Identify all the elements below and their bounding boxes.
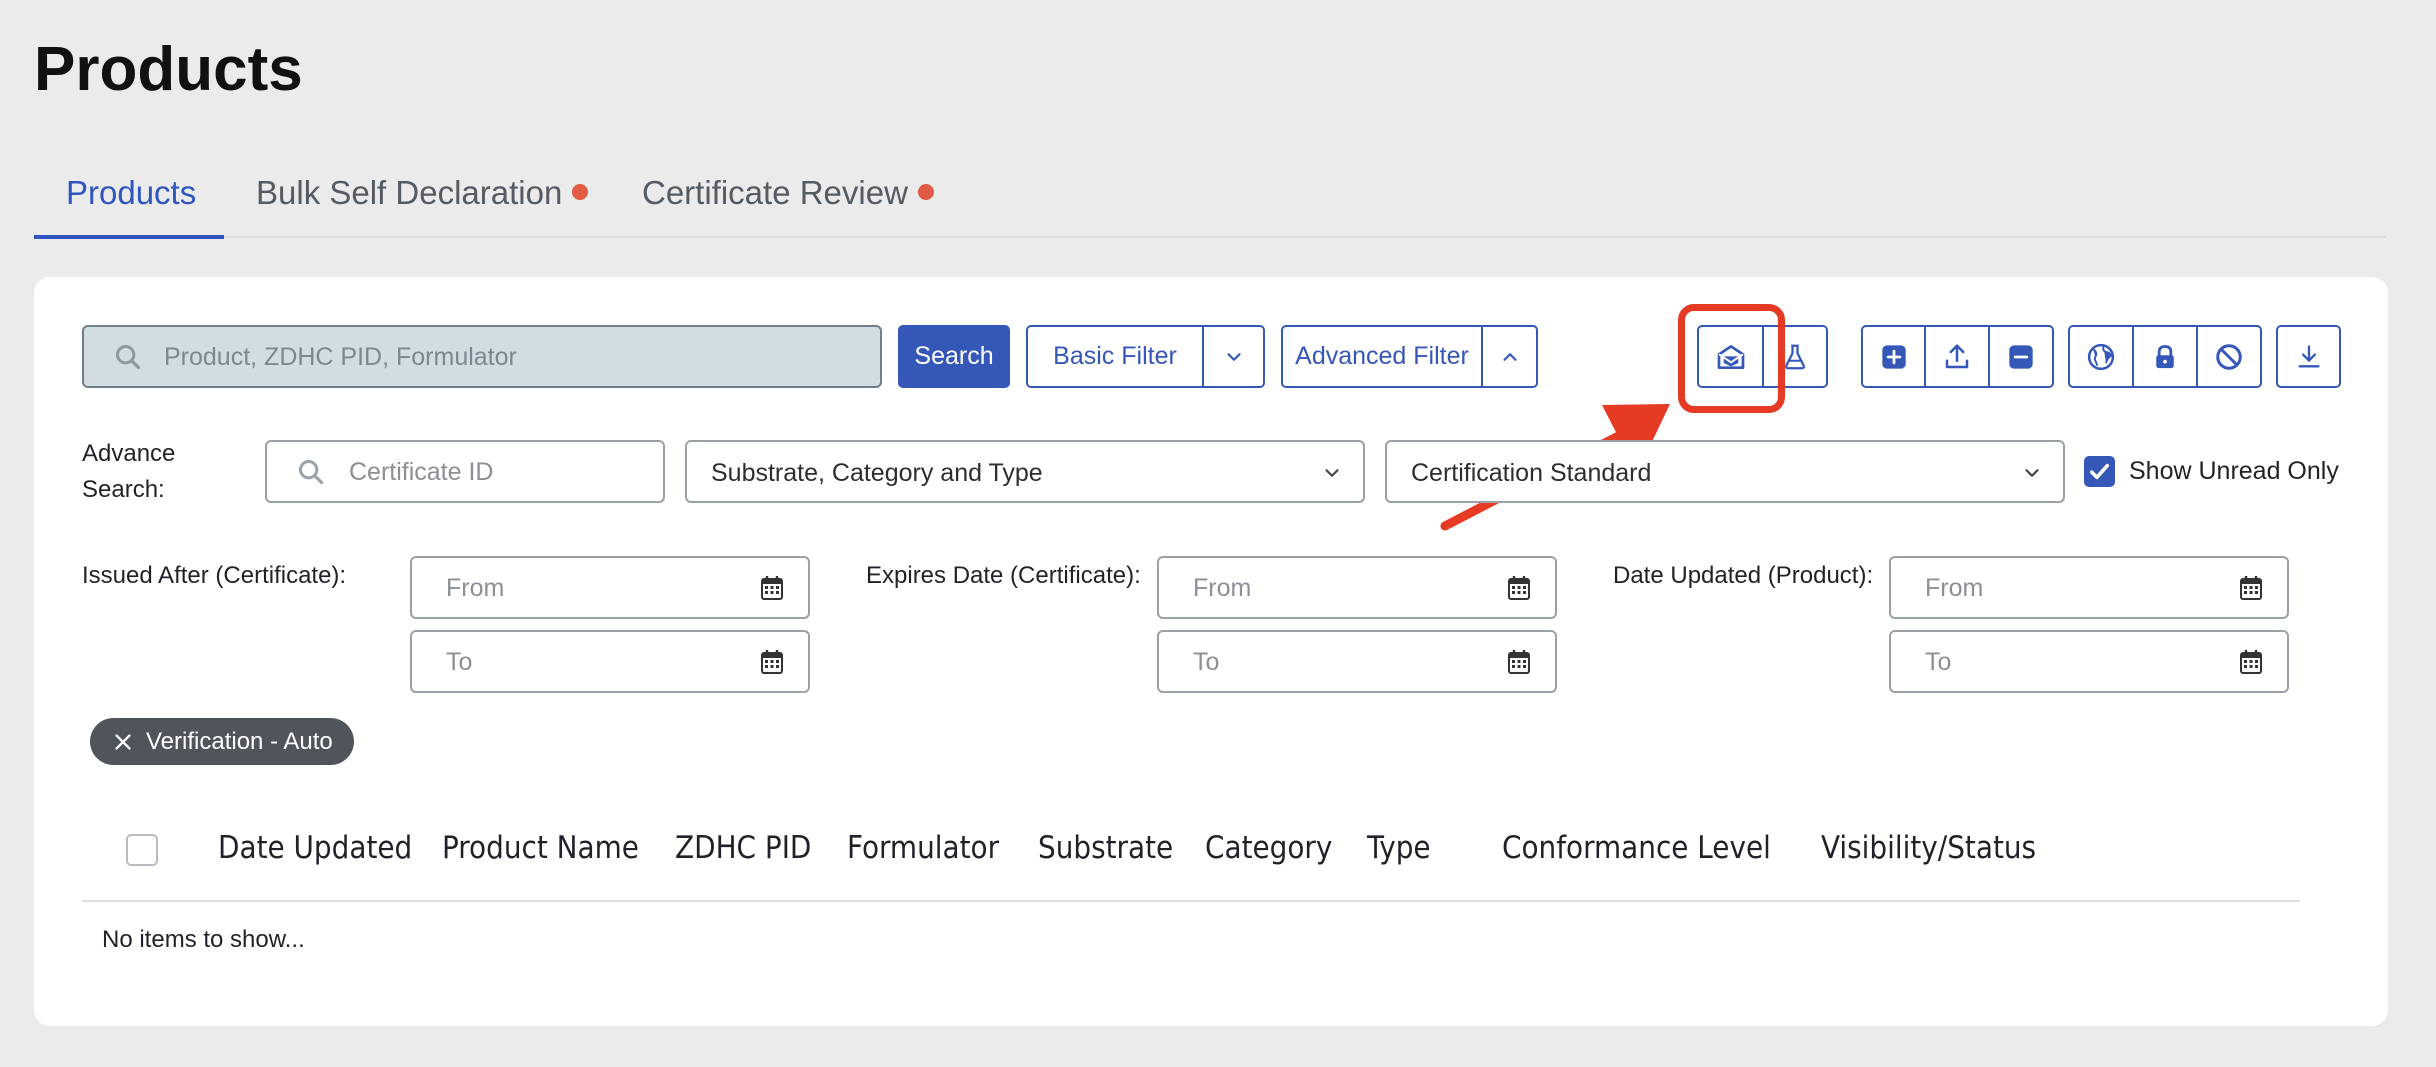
column-substrate[interactable]: Substrate xyxy=(1038,830,1173,866)
advanced-filter-toggle[interactable] xyxy=(1483,325,1538,388)
remove-button[interactable] xyxy=(1990,325,2054,388)
tab-bar: Products Bulk Self Declaration Certifica… xyxy=(34,160,2386,239)
tab-bulk-self-declaration-label: Bulk Self Declaration xyxy=(256,174,563,211)
ban-icon xyxy=(2216,343,2242,370)
column-type[interactable]: Type xyxy=(1367,830,1431,866)
filter-chip[interactable]: Verification - Auto xyxy=(90,718,354,765)
column-visibility-status[interactable]: Visibility/Status xyxy=(1821,830,2036,866)
column-formulator[interactable]: Formulator xyxy=(847,830,999,866)
certification-standard-select[interactable]: Certification Standard xyxy=(1385,440,2065,503)
visibility-actions-group xyxy=(2068,325,2262,388)
expires-date-from-field xyxy=(1157,556,1557,619)
certificate-id-field xyxy=(265,440,665,503)
expires-date-to-input[interactable] xyxy=(1191,632,1495,693)
date-updated-from-input[interactable] xyxy=(1923,558,2227,619)
issued-after-from-field xyxy=(410,556,810,619)
chevron-down-icon xyxy=(1226,352,1241,361)
show-unread-label: Show Unread Only xyxy=(2129,457,2339,485)
date-updated-from-field xyxy=(1889,556,2289,619)
calendar-icon[interactable] xyxy=(760,575,784,601)
upload-icon xyxy=(1945,344,1969,368)
close-icon[interactable] xyxy=(112,731,134,753)
select-all-checkbox[interactable] xyxy=(126,834,158,866)
chevron-down-icon xyxy=(1325,469,1339,477)
search-icon xyxy=(297,458,325,491)
calendar-icon[interactable] xyxy=(760,649,784,675)
column-date-updated[interactable]: Date Updated xyxy=(218,830,412,866)
calendar-icon[interactable] xyxy=(2239,575,2263,601)
certification-select-value: Certification Standard xyxy=(1411,459,1652,487)
globe-icon xyxy=(2087,343,2115,370)
search-button[interactable]: Search xyxy=(898,325,1010,388)
issued-after-from-input[interactable] xyxy=(444,558,748,619)
download-icon xyxy=(2298,344,2319,367)
add-button[interactable] xyxy=(1861,325,1926,388)
tab-products-label: Products xyxy=(66,174,197,211)
notification-dot xyxy=(917,184,934,201)
substrate-category-type-select[interactable]: Substrate, Category and Type xyxy=(685,440,1365,503)
issued-after-to-input[interactable] xyxy=(444,632,748,693)
tab-certificate-review-label: Certificate Review xyxy=(642,174,908,211)
search-input[interactable] xyxy=(162,327,866,388)
calendar-icon[interactable] xyxy=(1507,575,1531,601)
expires-date-from-input[interactable] xyxy=(1191,558,1495,619)
tab-certificate-review[interactable]: Certificate Review xyxy=(642,174,934,212)
search-icon xyxy=(114,343,142,376)
plus-square-icon xyxy=(1881,344,1906,369)
advanced-filter-button[interactable]: Advanced Filter xyxy=(1281,325,1483,388)
date-updated-to-field xyxy=(1889,630,2289,693)
empty-state-text: No items to show... xyxy=(102,926,305,953)
checkmark-icon xyxy=(2089,463,2110,480)
table-divider xyxy=(82,900,2300,902)
basic-filter-toggle[interactable] xyxy=(1204,325,1265,388)
disable-button[interactable] xyxy=(2198,325,2262,388)
advance-search-label: Advance Search: xyxy=(82,440,176,503)
make-public-button[interactable] xyxy=(2068,325,2134,388)
lock-icon xyxy=(2156,344,2174,368)
date-updated-to-input[interactable] xyxy=(1923,632,2227,693)
chevron-up-icon xyxy=(1502,352,1517,361)
issued-after-to-field xyxy=(410,630,810,693)
calendar-icon[interactable] xyxy=(1507,649,1531,675)
column-product-name[interactable]: Product Name xyxy=(442,830,639,866)
expires-date-to-field xyxy=(1157,630,1557,693)
substrate-select-value: Substrate, Category and Type xyxy=(711,459,1043,487)
expires-date-label: Expires Date (Certificate): xyxy=(866,562,1141,589)
column-category[interactable]: Category xyxy=(1205,830,1332,866)
show-unread-checkbox[interactable] xyxy=(2084,456,2115,487)
advanced-filter-group: Advanced Filter xyxy=(1281,325,1538,388)
basic-filter-button[interactable]: Basic Filter xyxy=(1026,325,1204,388)
date-updated-label: Date Updated (Product): xyxy=(1613,562,1874,589)
column-conformance-level[interactable]: Conformance Level xyxy=(1502,830,1771,866)
column-zdhc-pid[interactable]: ZDHC PID xyxy=(675,830,811,866)
tab-bulk-self-declaration[interactable]: Bulk Self Declaration xyxy=(256,174,589,212)
certificate-id-input[interactable] xyxy=(347,442,651,503)
chevron-down-icon xyxy=(2025,469,2039,477)
notification-dot xyxy=(572,184,589,201)
calendar-icon[interactable] xyxy=(2239,649,2263,675)
active-tab-indicator xyxy=(34,235,224,239)
upload-button[interactable] xyxy=(1926,325,1990,388)
filter-chip-label: Verification - Auto xyxy=(146,727,333,755)
tab-products[interactable]: Products xyxy=(66,174,196,212)
page-title: Products xyxy=(34,35,303,104)
issued-after-label: Issued After (Certificate): xyxy=(82,562,347,589)
edit-actions-group xyxy=(1861,325,2054,388)
basic-filter-group: Basic Filter xyxy=(1026,325,1265,388)
minus-square-icon xyxy=(2009,344,2033,369)
download-button[interactable] xyxy=(2276,325,2341,388)
search-field xyxy=(82,325,882,388)
make-private-button[interactable] xyxy=(2134,325,2198,388)
